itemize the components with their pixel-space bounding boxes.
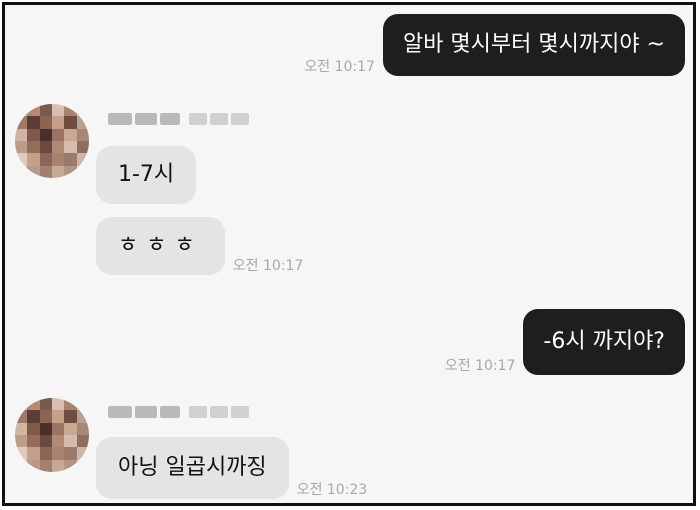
message-text: ㅎㅎㅎ <box>118 233 203 258</box>
message-timestamp: 오전 10:17 <box>232 258 304 274</box>
message-row-outgoing: 오전 10:17 -6시 까지야? <box>437 309 685 375</box>
message-timestamp: 오전 10:23 <box>296 482 368 498</box>
message-bubble-outgoing[interactable]: 알바 몇시부터 몇시까지야 ~ <box>382 14 685 76</box>
sender-avatar[interactable] <box>15 104 89 178</box>
message-bubble-outgoing[interactable]: -6시 까지야? <box>523 309 685 375</box>
message-row-outgoing: 오전 10:17 알바 몇시부터 몇시까지야 ~ <box>296 14 685 76</box>
message-row-incoming: 아닝 일곱시까징 오전 10:23 <box>96 437 375 499</box>
message-text: 아닝 일곱시까징 <box>118 455 267 480</box>
message-timestamp: 오전 10:17 <box>304 59 375 75</box>
sender-avatar[interactable] <box>15 398 89 472</box>
sender-name-blurred <box>108 113 249 125</box>
message-bubble-incoming[interactable]: 1-7시 <box>96 146 197 204</box>
message-row-incoming: 1-7시 <box>96 146 197 204</box>
message-bubble-incoming[interactable]: 아닝 일곱시까징 <box>96 437 289 499</box>
message-text: -6시 까지야? <box>543 329 665 354</box>
message-bubble-incoming[interactable]: ㅎㅎㅎ <box>96 217 225 275</box>
message-text: 알바 몇시부터 몇시까지야 ~ <box>402 32 665 57</box>
message-row-incoming: ㅎㅎㅎ 오전 10:17 <box>96 217 311 275</box>
message-text: 1-7시 <box>118 162 175 187</box>
sender-name-blurred <box>108 406 249 418</box>
chat-window: 오전 10:17 알바 몇시부터 몇시까지야 ~ 1-7시 ㅎㅎㅎ 오전 10:… <box>2 2 696 506</box>
message-timestamp: 오전 10:17 <box>444 358 516 374</box>
